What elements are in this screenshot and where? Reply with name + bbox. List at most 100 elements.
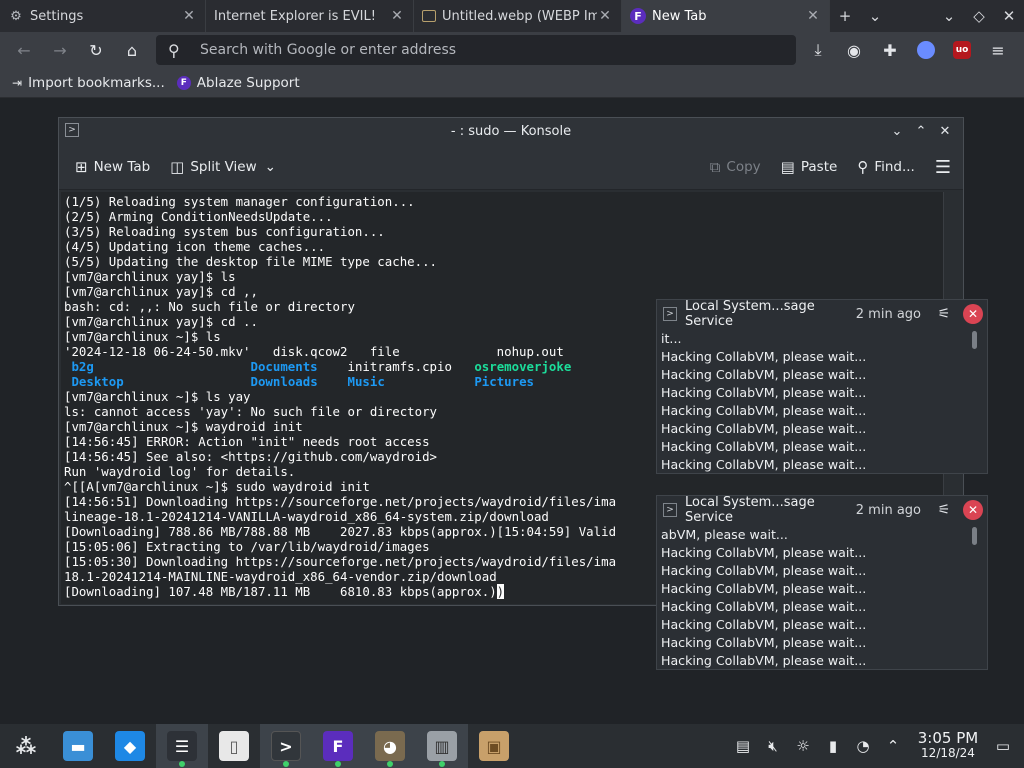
running-indicator: [439, 761, 445, 767]
taskbar-ablaze[interactable]: F: [312, 724, 364, 768]
hamburger-menu-icon[interactable]: ☰: [935, 157, 951, 178]
volume-muted-icon[interactable]: 🔇︎: [758, 737, 788, 755]
show-desktop-icon[interactable]: ▭: [988, 737, 1018, 755]
paste-icon: ▤: [780, 158, 795, 176]
notification-line: Hacking CollabVM, please wait...: [661, 617, 867, 632]
account-icon[interactable]: ◉: [836, 32, 872, 68]
clock[interactable]: 3:05 PM 12/18/24: [908, 731, 988, 761]
close-icon[interactable]: ✕: [597, 8, 613, 24]
close-icon[interactable]: ✕: [181, 8, 197, 24]
close-icon[interactable]: ✕: [933, 124, 957, 139]
tab-settings[interactable]: ⚙ Settings ✕: [0, 0, 206, 32]
dir-desktop: Desktop: [64, 374, 124, 389]
notification-2[interactable]: > Local System...sage Service 2 min ago …: [656, 495, 988, 670]
close-icon[interactable]: ✕: [389, 8, 405, 24]
ublock-icon[interactable]: uo: [944, 32, 980, 68]
split-view-button[interactable]: ◫ Split View ⌄: [170, 158, 276, 176]
taskbar-archiver[interactable]: ▥: [416, 724, 468, 768]
tab-title: Untitled.webp (WEBP Im: [442, 8, 597, 24]
window-restore-icon[interactable]: ◇: [964, 7, 994, 25]
find-label: Find...: [874, 159, 915, 175]
home-icon[interactable]: ⌂: [114, 32, 150, 68]
copy-label: Copy: [726, 159, 761, 175]
clock-time: 3:05 PM: [917, 729, 979, 747]
notification-line: Hacking CollabVM, please wait...: [661, 421, 867, 436]
konsole-titlebar[interactable]: > - : sudo — Konsole ⌄ ⌃ ✕: [59, 118, 963, 144]
brightness-icon[interactable]: ☼: [788, 737, 818, 755]
notification-scrollbar[interactable]: [972, 527, 977, 545]
menu-icon[interactable]: ≡: [980, 32, 1016, 68]
document-icon: ▯: [219, 731, 249, 761]
network-icon[interactable]: ◔: [848, 737, 878, 755]
dir-music: Music: [347, 374, 385, 389]
split-view-label: Split View: [190, 158, 257, 175]
chevron-down-icon[interactable]: ⌄: [860, 7, 890, 25]
taskbar-gimp[interactable]: ◕: [364, 724, 416, 768]
download-icon[interactable]: ⤓: [800, 32, 836, 68]
dir-documents: Documents: [250, 359, 318, 374]
address-bar[interactable]: ⚲ Search with Google or enter address: [156, 35, 796, 65]
notification-line: Hacking CollabVM, please wait...: [661, 581, 867, 596]
copy-button[interactable]: ⧉ Copy: [710, 158, 761, 176]
terminal-icon: >: [663, 307, 677, 321]
running-indicator: [335, 761, 341, 767]
settings-sliders-icon[interactable]: ⚟: [933, 502, 955, 518]
new-tab-icon[interactable]: +: [830, 7, 860, 25]
notification-line: abVM, please wait...: [661, 527, 788, 542]
taskbar-package[interactable]: ▣: [468, 724, 520, 768]
tab-title: New Tab: [652, 8, 707, 24]
notification-scrollbar[interactable]: [972, 331, 977, 349]
file-osremoverjoke: osremoverjoke: [474, 359, 572, 374]
konsole-toolbar: ⊞ New Tab ◫ Split View ⌄ ⧉ Copy ▤ Paste …: [59, 144, 963, 190]
clipboard-icon[interactable]: ▤: [728, 737, 758, 755]
terminal-line: [vm7@archlinux yay]$ ls: [64, 269, 236, 284]
notification-1[interactable]: > Local System...sage Service 2 min ago …: [656, 299, 988, 474]
window-minimize-icon[interactable]: ⌄: [934, 7, 964, 25]
taskbar-system-settings[interactable]: ☰: [156, 724, 208, 768]
find-button[interactable]: ⚲ Find...: [857, 158, 915, 176]
search-icon: ⚲: [857, 158, 869, 176]
profile-icon[interactable]: [908, 32, 944, 68]
new-tab-label: New Tab: [93, 158, 151, 175]
battery-icon[interactable]: ▮: [818, 737, 848, 755]
system-tray: ▤ 🔇︎ ☼ ▮ ◔ ⌃ 3:05 PM 12/18/24 ▭: [728, 724, 1024, 768]
back-icon[interactable]: ←: [6, 32, 42, 68]
taskbar-discover[interactable]: ◆: [104, 724, 156, 768]
close-icon[interactable]: ✕: [963, 304, 983, 324]
paste-button[interactable]: ▤ Paste: [781, 158, 838, 176]
taskbar-konsole[interactable]: >: [260, 724, 312, 768]
notification-line: Hacking CollabVM, please wait...: [661, 439, 867, 454]
bookmark-import[interactable]: ⇥ Import bookmarks...: [12, 75, 165, 91]
image-icon: [422, 10, 436, 22]
app-launcher[interactable]: ⁂: [0, 724, 52, 768]
extensions-icon[interactable]: ✚: [872, 32, 908, 68]
notification-line: Hacking CollabVM, please wait...: [661, 599, 867, 614]
paste-label: Paste: [800, 159, 838, 175]
bookmark-label: Ablaze Support: [196, 74, 300, 91]
chevron-up-icon[interactable]: ⌃: [878, 737, 908, 755]
notification-line: Hacking CollabVM, please wait...: [661, 545, 867, 560]
minimize-icon[interactable]: ⌄: [885, 124, 909, 139]
close-icon[interactable]: ✕: [805, 8, 821, 24]
window-title: - : sudo — Konsole: [450, 123, 572, 139]
new-tab-button[interactable]: ⊞ New Tab: [75, 158, 150, 176]
ablaze-icon: F: [630, 8, 646, 24]
window-close-icon[interactable]: ✕: [994, 7, 1024, 25]
notification-line: Hacking CollabVM, please wait...: [661, 349, 867, 364]
tab-internet-explorer[interactable]: Internet Explorer is EVIL! ✕: [206, 0, 414, 32]
terminal-line: ^[[A[vm7@archlinux ~]$ sudo waydroid ini…: [64, 479, 370, 494]
taskbar-files[interactable]: ▬: [52, 724, 104, 768]
settings-sliders-icon: ☰: [167, 731, 197, 761]
running-indicator: [283, 761, 289, 767]
running-indicator: [387, 761, 393, 767]
bookmark-ablaze-support[interactable]: F Ablaze Support: [176, 74, 300, 91]
taskbar-text-editor[interactable]: ▯: [208, 724, 260, 768]
maximize-icon[interactable]: ⌃: [909, 124, 933, 139]
tab-untitled-webp[interactable]: Untitled.webp (WEBP Im ✕: [414, 0, 622, 32]
settings-sliders-icon[interactable]: ⚟: [933, 306, 955, 322]
reload-icon[interactable]: ↻: [78, 32, 114, 68]
forward-icon[interactable]: →: [42, 32, 78, 68]
dir-downloads: Downloads: [250, 374, 318, 389]
close-icon[interactable]: ✕: [963, 500, 983, 520]
tab-new-tab[interactable]: F New Tab ✕: [622, 0, 830, 32]
